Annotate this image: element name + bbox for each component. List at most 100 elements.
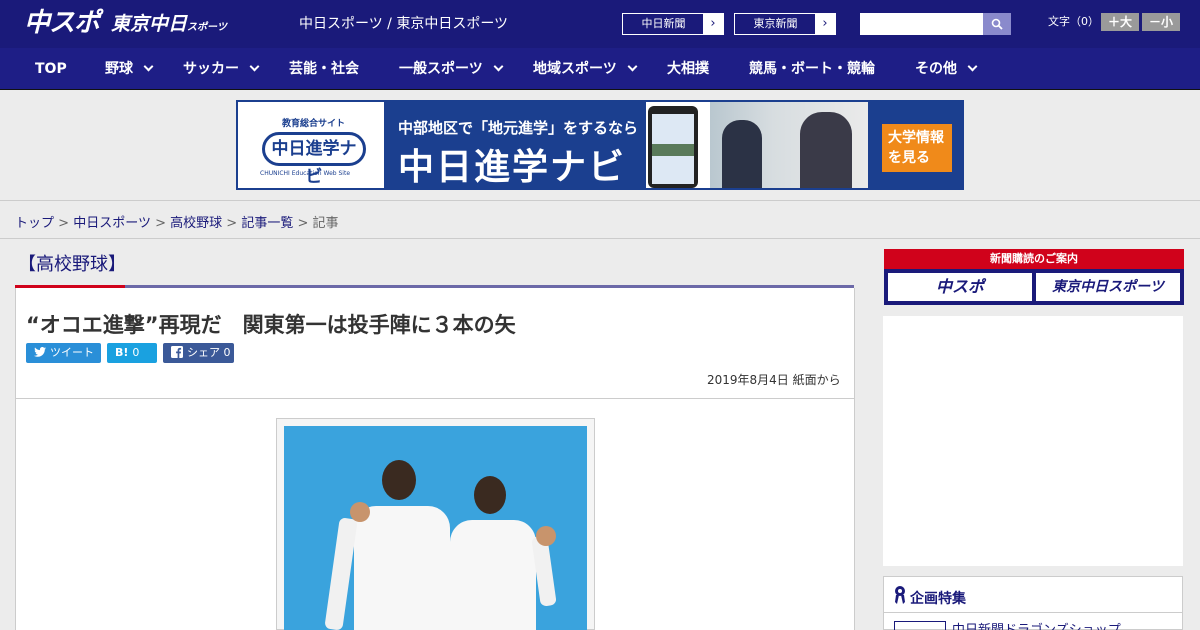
nav-label: 芸能・社会 — [289, 61, 359, 77]
banner-logo-name: 中日進学ナビ — [262, 132, 366, 187]
chevron-down-icon — [249, 61, 260, 72]
chevron-down-icon — [143, 61, 154, 72]
text-larger-button[interactable]: ＋大 — [1101, 13, 1139, 31]
banner-message: 中部地区で「地元進学」をするなら 中日進学ナビ — [384, 102, 646, 188]
student-figure — [722, 120, 762, 188]
tweet-button[interactable]: ツイート — [26, 343, 101, 363]
breadcrumb-bar: トップ > 中日スポーツ > 高校野球 > 記事一覧 > 記事 — [0, 200, 1200, 239]
tweet-label: ツイート — [50, 346, 94, 359]
hatena-icon: B! — [115, 346, 129, 359]
feature-item-link[interactable]: 中日新聞ドラゴンズショップ — [952, 619, 1121, 630]
player-head — [382, 460, 416, 500]
tokyo-shimbun-button[interactable]: 東京新聞 › — [734, 13, 836, 35]
player-shirt — [354, 506, 450, 630]
banner-cta-panel: 大学情報を見る — [868, 102, 962, 188]
banner-line1: 中部地区で「地元進学」をするなら — [398, 119, 639, 137]
smartphone-image — [648, 106, 698, 188]
subscription-box: 新聞購読のご案内 中スポ 東京中日スポーツ — [884, 249, 1184, 305]
player-fist — [350, 502, 370, 522]
player-fist — [536, 526, 556, 546]
nav-item-racing[interactable]: 競馬・ボート・競輪 — [749, 48, 875, 90]
nav-label: TOP — [35, 61, 67, 77]
breadcrumb-current: 記事 — [312, 216, 339, 231]
chevron-down-icon — [493, 61, 504, 72]
player-arm — [324, 517, 358, 630]
nav-label: 一般スポーツ — [399, 61, 483, 77]
search-icon — [991, 18, 1003, 30]
subscribe-chuspo-button[interactable]: 中スポ — [888, 273, 1032, 301]
article-photo[interactable] — [284, 426, 587, 630]
player-shirt — [450, 520, 536, 630]
breadcrumb-high-school-baseball[interactable]: 高校野球 — [170, 216, 222, 231]
phone-screen-photo — [652, 144, 694, 156]
search-input[interactable] — [860, 13, 984, 35]
article-date: 2019年8月4日 紙面から — [707, 373, 841, 387]
banner-line2: 中日進学ナビ — [398, 147, 627, 188]
nav-item-entertainment[interactable]: 芸能・社会 — [289, 48, 359, 90]
text-smaller-button[interactable]: －小 — [1142, 13, 1180, 31]
students-photo — [710, 102, 868, 188]
subscribe-tokyo-chunichi-button[interactable]: 東京中日スポーツ — [1036, 273, 1180, 301]
site-title: 中日スポーツ / 東京中日スポーツ — [299, 16, 509, 32]
chevron-right-icon: › — [703, 14, 723, 34]
nav-label: 地域スポーツ — [533, 61, 617, 77]
player-head — [474, 476, 506, 514]
nav-label: 大相撲 — [667, 61, 709, 77]
nav-item-soccer[interactable]: サッカー — [183, 48, 260, 90]
search-button[interactable] — [983, 13, 1011, 35]
facebook-share-label: シェア — [187, 346, 220, 359]
subscription-header: 新聞購読のご案内 — [884, 249, 1184, 269]
breadcrumb-article-list[interactable]: 記事一覧 — [241, 216, 293, 231]
nav-item-top[interactable]: TOP — [35, 48, 67, 90]
nav-item-sumo[interactable]: 大相撲 — [667, 48, 709, 90]
banner-logo-sub: CHUNICHI Education Web Site — [260, 170, 351, 177]
hatena-bookmark-button[interactable]: B! 0 — [107, 343, 157, 363]
feature-box: 企画特集 中日新聞ドラゴンズショップ — [883, 576, 1183, 630]
facebook-icon — [171, 343, 183, 363]
banner-logo-small: 教育総合サイト — [282, 119, 346, 129]
breadcrumb-separator: > — [226, 216, 238, 231]
tokyo-chunichi-logo[interactable]: 東京中日スポーツ — [111, 14, 227, 38]
nav-item-others[interactable]: その他 — [915, 48, 978, 90]
feature-header: 企画特集 — [884, 577, 1182, 613]
feature-thumbnail[interactable] — [894, 621, 946, 630]
nav-item-baseball[interactable]: 野球 — [105, 48, 154, 90]
chunichi-shimbun-label: 中日新聞 — [641, 17, 686, 30]
main-nav: TOP 野球 サッカー 芸能・社会 一般スポーツ 地域スポーツ 大相撲 競馬・ボ… — [0, 48, 1200, 90]
nav-label: サッカー — [183, 61, 239, 77]
breadcrumb-top[interactable]: トップ — [15, 216, 54, 231]
award-icon — [895, 586, 905, 604]
tokyo-shimbun-label: 東京新聞 — [753, 17, 798, 30]
twitter-icon — [34, 343, 46, 363]
facebook-share-count: 0 — [223, 346, 231, 359]
article-divider — [16, 398, 854, 399]
nav-item-general-sports[interactable]: 一般スポーツ — [399, 48, 504, 90]
banner-logo: 教育総合サイト 中日進学ナビ CHUNICHI Education Web Si… — [238, 102, 384, 188]
chevron-down-icon — [967, 61, 978, 72]
banner-cta-button[interactable]: 大学情報を見る — [882, 124, 952, 172]
chunichi-shimbun-button[interactable]: 中日新聞 › — [622, 13, 724, 35]
breadcrumb: トップ > 中日スポーツ > 高校野球 > 記事一覧 > 記事 — [15, 212, 339, 231]
text-size-label: 文字（0） — [1048, 15, 1099, 28]
feature-title: 企画特集 — [910, 591, 966, 607]
hatena-count: 0 — [132, 346, 140, 359]
nav-label: 競馬・ボート・競輪 — [749, 61, 875, 77]
breadcrumb-separator: > — [297, 216, 309, 231]
shingaku-navi-banner[interactable]: 教育総合サイト 中日進学ナビ CHUNICHI Education Web Si… — [236, 100, 964, 190]
chevron-right-icon: › — [815, 14, 835, 34]
chuspo-logo[interactable]: 中スポ — [24, 10, 100, 36]
nav-label: 野球 — [105, 61, 133, 77]
nav-item-regional-sports[interactable]: 地域スポーツ — [533, 48, 638, 90]
nav-label: その他 — [915, 61, 957, 77]
tokyo-logo-small: スポーツ — [187, 22, 227, 33]
breadcrumb-separator: > — [155, 216, 166, 231]
ad-slot[interactable] — [883, 316, 1183, 566]
facebook-share-button[interactable]: シェア 0 — [163, 343, 234, 363]
site-header: 中スポ 東京中日スポーツ 中日スポーツ / 東京中日スポーツ 中日新聞 › 東京… — [0, 0, 1200, 48]
category-heading: 【高校野球】 — [18, 254, 126, 275]
student-figure — [800, 112, 852, 188]
tokyo-logo-text: 東京中日 — [111, 13, 188, 35]
breadcrumb-chunichi-sports[interactable]: 中日スポーツ — [73, 216, 151, 231]
article-headline: “オコエ進撃”再現だ 関東第一は投手陣に３本の矢 — [26, 313, 516, 337]
phone-screen — [652, 114, 694, 184]
